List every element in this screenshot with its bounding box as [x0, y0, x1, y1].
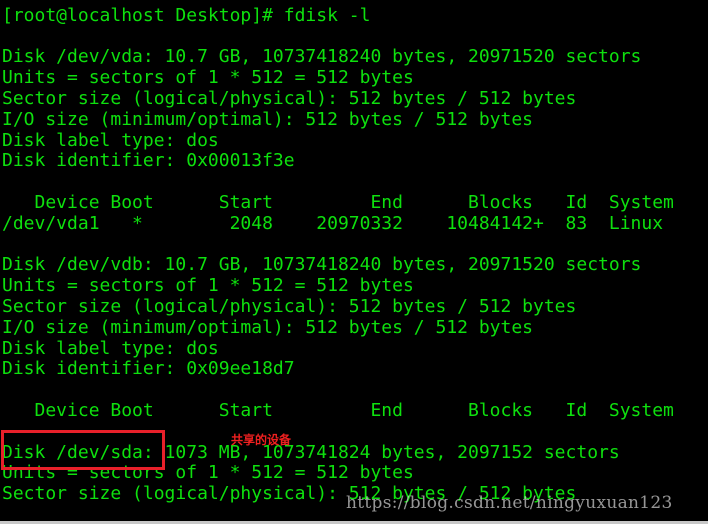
watermark: https://blog.csdn.net/ningyuxuan123 — [346, 493, 673, 513]
terminal-line: [root@localhost Desktop]# fdisk -l — [2, 4, 371, 26]
terminal-line: Disk /dev/vda: 10.7 GB, 10737418240 byte… — [2, 46, 642, 68]
terminal-line: Device Boot Start End Blocks Id System — [2, 399, 674, 421]
terminal-line: I/O size (minimum/optimal): 512 bytes / … — [2, 316, 534, 338]
terminal-line: Disk label type: dos — [2, 337, 219, 359]
highlight-box — [1, 430, 165, 470]
terminal-line: I/O size (minimum/optimal): 512 bytes / … — [2, 108, 534, 130]
terminal-line: Disk /dev/vdb: 10.7 GB, 10737418240 byte… — [2, 254, 642, 276]
terminal-line: Sector size (logical/physical): 512 byte… — [2, 87, 577, 109]
annotation-note: 共享的设备 — [231, 433, 292, 447]
terminal-line: Units = sectors of 1 * 512 = 512 bytes — [2, 67, 414, 89]
terminal-line: Sector size (logical/physical): 512 byte… — [2, 295, 577, 317]
terminal-line: Disk identifier: 0x00013f3e — [2, 150, 295, 172]
terminal-line: Disk label type: dos — [2, 129, 219, 151]
terminal-line: Units = sectors of 1 * 512 = 512 bytes — [2, 275, 414, 297]
terminal-line: Disk identifier: 0x09ee18d7 — [2, 358, 295, 380]
terminal-line: Device Boot Start End Blocks Id System — [2, 191, 674, 213]
terminal-line: /dev/vda1 * 2048 20970332 10484142+ 83 L… — [2, 212, 664, 234]
